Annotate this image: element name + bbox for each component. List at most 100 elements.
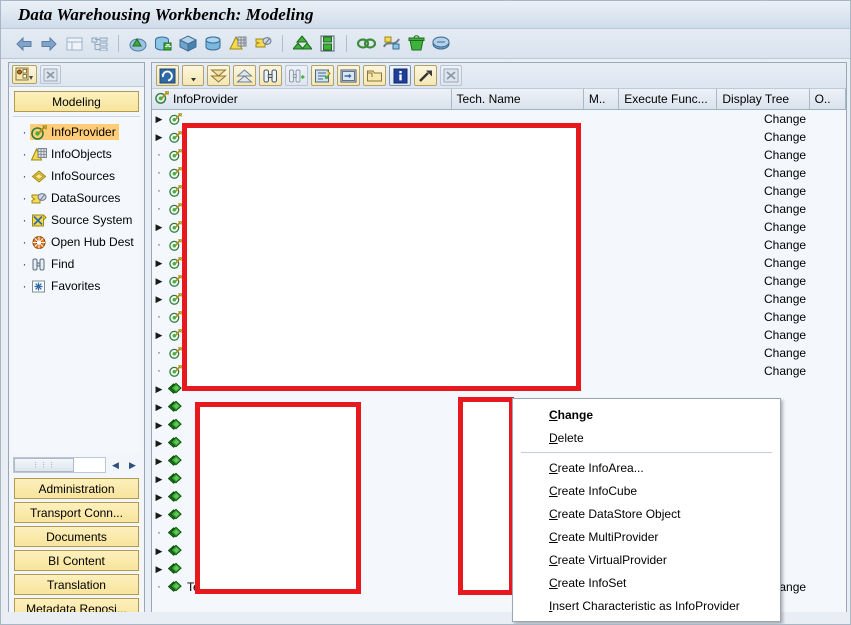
execute-function-link[interactable]: Change: [764, 164, 806, 182]
basket-icon[interactable]: [405, 33, 427, 55]
nav-button-documents[interactable]: Documents: [14, 526, 139, 547]
context-menu-item[interactable]: Create InfoArea...: [513, 456, 780, 479]
transformation-icon[interactable]: [291, 33, 313, 55]
execute-function-link[interactable]: Change: [764, 362, 806, 380]
execute-function-link[interactable]: Change: [764, 128, 806, 146]
info-icon[interactable]: [389, 65, 411, 86]
find-next-icon[interactable]: [285, 65, 308, 86]
sidebar-item-open-hub-destination[interactable]: · Open Hub Dest: [13, 231, 140, 253]
infoobject-icon[interactable]: [227, 33, 249, 55]
sidebar-item-infosources[interactable]: · InfoSources: [13, 165, 140, 187]
expand-arrow-icon[interactable]: ▶: [152, 510, 166, 521]
expand-arrow-icon[interactable]: ▶: [152, 258, 166, 269]
expand-arrow-icon[interactable]: ▶: [152, 474, 166, 485]
expand-arrow-icon[interactable]: ▶: [152, 294, 166, 305]
expand-arrow-icon[interactable]: ▶: [152, 276, 166, 287]
infosource-icon: [30, 168, 48, 184]
execute-function-link[interactable]: Change: [764, 146, 806, 164]
context-menu-item[interactable]: Create DataStore Object: [513, 502, 780, 525]
sidebar-item-infoobjects[interactable]: · InfoObjects: [13, 143, 140, 165]
column-header-o[interactable]: O..: [809, 89, 846, 109]
expand-arrow-icon[interactable]: ▶: [152, 222, 166, 233]
scroll-right-icon[interactable]: ▶: [125, 457, 140, 473]
back-arrow-icon[interactable]: [13, 33, 35, 55]
scrollbar-thumb[interactable]: ⋮⋮⋮: [14, 458, 74, 472]
execute-function-link[interactable]: Change: [764, 182, 806, 200]
execute-function-link[interactable]: Change: [764, 254, 806, 272]
context-menu-item[interactable]: Delete: [513, 426, 780, 449]
forward-arrow-icon[interactable]: [38, 33, 60, 55]
infocube-icon[interactable]: [177, 33, 199, 55]
execute-function-link[interactable]: Change: [764, 272, 806, 290]
context-menu-item[interactable]: Create VirtualProvider: [513, 548, 780, 571]
column-header-display-tree[interactable]: Display Tree: [717, 89, 810, 109]
new-object-icon[interactable]: [311, 65, 334, 86]
infoprovider-icon[interactable]: [127, 33, 149, 55]
execute-function-link[interactable]: [764, 380, 806, 398]
collapse-all-icon[interactable]: [233, 65, 256, 86]
tree-bullet: ·: [22, 279, 27, 293]
save-icon[interactable]: [316, 33, 338, 55]
expand-arrow-icon[interactable]: ▶: [152, 546, 166, 557]
expand-arrow-icon[interactable]: ▶: [152, 420, 166, 431]
column-header-execute-function[interactable]: Execute Func...: [619, 89, 718, 109]
expand-arrow-icon[interactable]: ▶: [152, 438, 166, 449]
nav-button-administration[interactable]: Administration: [14, 478, 139, 499]
dropdown-arrow-icon[interactable]: [182, 65, 204, 86]
context-menu-item[interactable]: Create MultiProvider: [513, 525, 780, 548]
execute-function-link[interactable]: Change: [764, 110, 806, 128]
execute-function-link[interactable]: Change: [764, 236, 806, 254]
toolbar-separator: [346, 35, 347, 52]
column-header-infoprovider[interactable]: InfoProvider: [152, 89, 452, 109]
find-icon[interactable]: [259, 65, 282, 86]
display-icon[interactable]: [337, 65, 360, 86]
expand-arrow-icon[interactable]: ▶: [152, 330, 166, 341]
execute-function-link[interactable]: Change: [764, 308, 806, 326]
view-selector-icon[interactable]: [12, 65, 37, 84]
expand-arrow-icon[interactable]: ▶: [152, 492, 166, 503]
expand-arrow-icon[interactable]: ▶: [152, 564, 166, 575]
context-menu-item[interactable]: Insert Characteristic as InfoProvider: [513, 594, 780, 617]
expand-arrow-icon[interactable]: ▶: [152, 384, 166, 395]
execute-function-link[interactable]: Change: [764, 218, 806, 236]
print-icon[interactable]: [430, 33, 452, 55]
datastore-icon[interactable]: [152, 33, 174, 55]
expand-all-icon[interactable]: [207, 65, 230, 86]
sidebar-item-favorites[interactable]: · Favorites: [13, 275, 140, 297]
execute-function-link[interactable]: Change: [764, 200, 806, 218]
folder-open-icon[interactable]: [363, 65, 386, 86]
close-view-icon[interactable]: [40, 65, 61, 84]
context-menu-item[interactable]: Change: [513, 403, 780, 426]
sidebar-item-datasources[interactable]: · DataSources: [13, 187, 140, 209]
cancel-icon[interactable]: [440, 65, 462, 86]
link-icon[interactable]: [355, 33, 377, 55]
execute-function-link[interactable]: Change: [764, 344, 806, 362]
expand-arrow-icon[interactable]: ▶: [152, 132, 166, 143]
nav-button-label: Translation: [47, 577, 106, 592]
execute-function-link[interactable]: Change: [764, 326, 806, 344]
sidebar-item-label: InfoObjects: [51, 147, 112, 161]
expand-arrow-icon[interactable]: ▶: [152, 402, 166, 413]
jump-icon[interactable]: [414, 65, 437, 86]
modeling-tab[interactable]: Modeling: [14, 91, 139, 112]
sidebar-item-find[interactable]: · Find: [13, 253, 140, 275]
process-chain-icon[interactable]: [380, 33, 402, 55]
expand-arrow-icon[interactable]: ▶: [152, 114, 166, 125]
nav-button-bi-content[interactable]: BI Content: [14, 550, 139, 571]
expand-arrow-icon[interactable]: ▶: [152, 456, 166, 467]
datasource-icon[interactable]: [252, 33, 274, 55]
refresh-icon[interactable]: [156, 65, 179, 86]
horizontal-scrollbar[interactable]: ⋮⋮⋮: [13, 457, 106, 473]
nav-button-transport-connection[interactable]: Transport Conn...: [14, 502, 139, 523]
execute-function-link[interactable]: Change: [764, 290, 806, 308]
nav-button-translation[interactable]: Translation: [14, 574, 139, 595]
tree-bullet: ·: [157, 527, 161, 539]
sidebar-item-infoprovider[interactable]: · InfoProvider: [13, 121, 140, 143]
column-header-m[interactable]: M..: [583, 89, 620, 109]
sidebar-item-source-system[interactable]: · Source System: [13, 209, 140, 231]
context-menu-item[interactable]: Create InfoCube: [513, 479, 780, 502]
scroll-left-icon[interactable]: ◀: [108, 457, 123, 473]
database-icon[interactable]: [202, 33, 224, 55]
context-menu-item[interactable]: Create InfoSet: [513, 571, 780, 594]
column-header-tech-name[interactable]: Tech. Name: [451, 89, 584, 109]
